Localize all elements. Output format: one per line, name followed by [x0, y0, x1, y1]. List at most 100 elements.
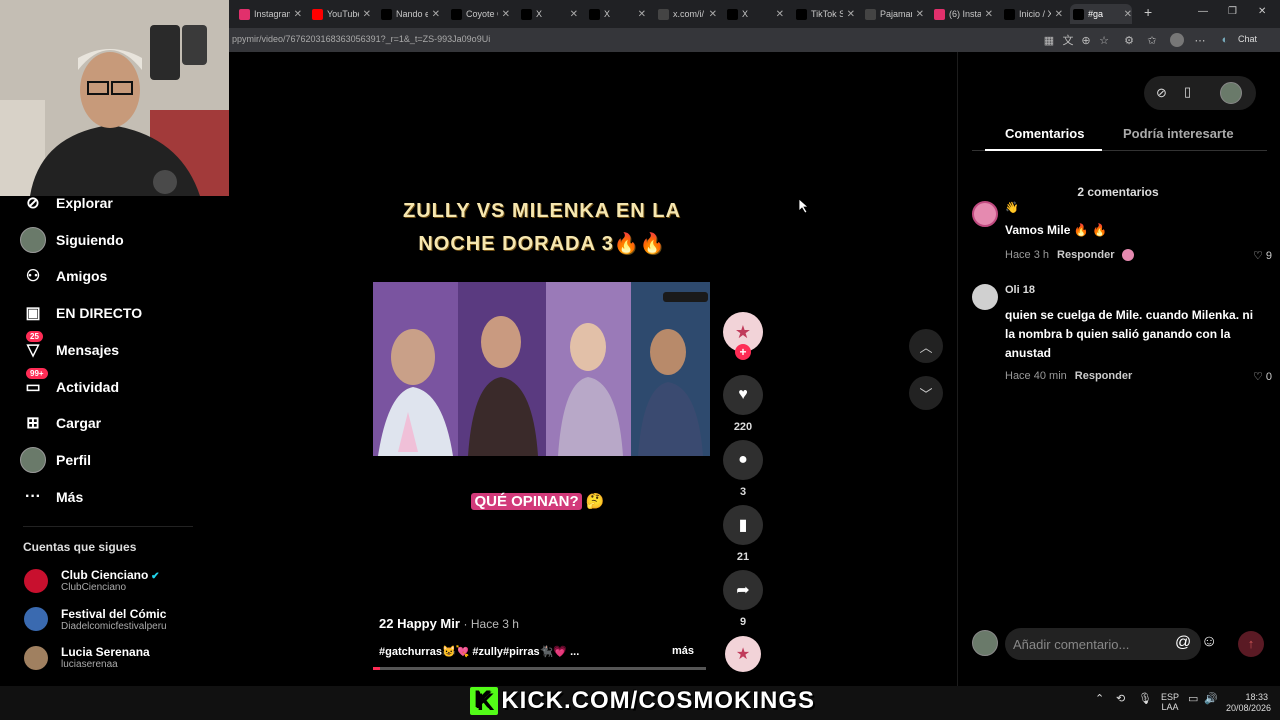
video-progress-bar[interactable] — [373, 667, 706, 670]
tab-comments[interactable]: Comentarios — [1005, 126, 1084, 141]
creator-avatar-button[interactable]: ★ + — [723, 312, 763, 360]
emoji-icon[interactable]: ☺ — [1201, 633, 1217, 651]
comment-action[interactable]: ● 3 — [723, 440, 763, 498]
sidebar-item-actividad[interactable]: ▭ 99+ Actividad — [20, 367, 119, 400]
commenter-name[interactable]: Oli 18 — [1005, 284, 1035, 296]
video-hashtags[interactable]: #gatchurras😺💘 #zully#pirras🐈‍⬛💗 ... — [379, 645, 579, 658]
browser-tab[interactable]: TikTok S ✕ — [793, 4, 855, 24]
save-action[interactable]: ▮ 21 — [723, 505, 763, 563]
mobile-device-icon[interactable]: ▯ — [1184, 84, 1191, 100]
followed-account[interactable]: Lucia Serenana luciaserenaa — [24, 645, 150, 670]
sidebar-item-siguiendo[interactable]: Siguiendo — [20, 226, 124, 253]
extension-icon[interactable]: ⚙ — [1122, 33, 1136, 47]
followed-account[interactable]: Festival del Cómic Diadelcomicfestivalper… — [24, 607, 167, 632]
browser-tab[interactable]: #ga ✕ — [1070, 4, 1132, 24]
browser-tab[interactable]: X ✕ — [518, 4, 578, 24]
microphone-icon[interactable]: 🎙 — [1138, 692, 1152, 705]
close-tab-icon[interactable]: ✕ — [1124, 9, 1132, 20]
close-tab-icon[interactable]: ✕ — [294, 9, 302, 20]
url-text[interactable]: ppymir/video/7676203168363056391?_r=1&_t… — [232, 34, 490, 44]
commenter-avatar[interactable] — [972, 201, 998, 227]
close-tab-icon[interactable]: ✕ — [916, 9, 924, 20]
share-action[interactable]: ➦ 9 — [723, 570, 763, 628]
sidebar-item-en-directo[interactable]: ▣ EN DIRECTO — [20, 300, 142, 326]
browser-tab[interactable]: Coyote C ✕ — [448, 4, 510, 24]
account-avatar[interactable] — [24, 607, 48, 631]
tray-arrow-icon[interactable]: ⌃ — [1095, 692, 1104, 705]
favorites-icon[interactable]: ✩ — [1145, 33, 1159, 47]
close-tab-icon[interactable]: ✕ — [709, 9, 717, 20]
account-avatar[interactable] — [24, 568, 48, 593]
account-name[interactable]: Lucia Serenana — [61, 645, 150, 659]
more-caption-button[interactable]: más — [672, 645, 694, 657]
commenter-avatar[interactable] — [972, 284, 998, 310]
menu-dots-icon[interactable]: ⋯ — [1193, 33, 1207, 47]
comment-like[interactable]: ♡ 0 — [1253, 370, 1272, 383]
close-tab-icon[interactable]: ✕ — [1055, 9, 1063, 20]
browser-tab[interactable]: YouTube ✕ — [309, 4, 371, 24]
share-arrow-icon[interactable]: ➦ — [723, 570, 763, 610]
chat-label[interactable]: Chat — [1238, 34, 1257, 44]
reply-button[interactable]: Responder — [1075, 370, 1132, 382]
sidebar-item-cargar[interactable]: ⊞ Cargar — [20, 410, 101, 436]
comment-input[interactable] — [1005, 628, 1201, 660]
browser-tab[interactable]: X ✕ — [724, 4, 784, 24]
browser-tab[interactable]: x.com/i/ ✕ — [655, 4, 717, 24]
display-icon[interactable]: ▭ — [1188, 692, 1198, 705]
browser-tab[interactable]: (6) Insta ✕ — [931, 4, 993, 24]
sound-disc-icon[interactable]: ★ — [725, 636, 761, 672]
zoom-icon[interactable]: ⊕ — [1079, 33, 1093, 47]
close-tab-icon[interactable]: ✕ — [502, 9, 510, 20]
close-tab-icon[interactable]: ✕ — [638, 9, 646, 20]
browser-tab[interactable]: X ✕ — [586, 4, 646, 24]
sidebar-item-explorar[interactable]: ⊘ Explorar — [20, 190, 113, 216]
sidebar-item-amigos[interactable]: ⚇ Amigos — [20, 263, 108, 289]
video-author[interactable]: 22 Happy Mir · Hace 3 h — [379, 616, 519, 631]
user-avatar[interactable] — [1220, 82, 1242, 104]
send-comment-button[interactable]: ↑ — [1238, 631, 1264, 657]
heart-icon[interactable]: ♥ — [723, 375, 763, 415]
next-video-button[interactable]: ﹀ — [909, 376, 943, 410]
close-window-icon[interactable]: ✕ — [1258, 6, 1266, 17]
account-name[interactable]: Festival del Cómic — [61, 607, 167, 621]
close-tab-icon[interactable]: ✕ — [985, 9, 993, 20]
apps-icon[interactable]: ▦ — [1042, 33, 1056, 47]
browser-tab[interactable]: Pajaman ✕ — [862, 4, 924, 24]
author-name[interactable]: 22 Happy Mir — [379, 616, 460, 631]
comment-like[interactable]: ♡ 9 — [1253, 249, 1272, 262]
bookmark-icon[interactable]: ▮ — [723, 505, 763, 545]
translate-icon[interactable]: 文 — [1061, 33, 1075, 47]
maximize-icon[interactable]: ❐ — [1228, 6, 1237, 17]
account-avatar[interactable] — [24, 645, 48, 670]
sidebar-item-más[interactable]: ··· Más — [20, 484, 83, 510]
sidebar-item-perfil[interactable]: Perfil — [20, 446, 91, 473]
browser-tab[interactable]: Inicio / X ✕ — [1001, 4, 1063, 24]
clock[interactable]: 18:33 20/08/2026 — [1226, 692, 1271, 714]
like-action[interactable]: ♥ 220 — [723, 375, 763, 433]
reply-button[interactable]: Responder — [1057, 249, 1114, 261]
network-icon[interactable]: ⟲ — [1116, 692, 1125, 705]
video-frame[interactable] — [373, 282, 710, 456]
compass-icon[interactable]: ⊘ — [1156, 85, 1167, 101]
account-name[interactable]: Club Cienciano ✔ — [61, 568, 160, 582]
bookmark-star-icon[interactable]: ☆ — [1097, 33, 1111, 47]
tab-suggested[interactable]: Podría interesarte — [1123, 126, 1234, 141]
follow-plus-icon[interactable]: + — [735, 344, 751, 360]
comment-bubble-icon[interactable]: ● — [723, 440, 763, 480]
volume-icon[interactable]: 🔊 — [1204, 692, 1218, 705]
close-tab-icon[interactable]: ✕ — [847, 9, 855, 20]
heart-outline-icon[interactable]: ♡ — [1253, 250, 1263, 262]
close-tab-icon[interactable]: ✕ — [432, 9, 440, 20]
previous-video-button[interactable]: ︿ — [909, 329, 943, 363]
sound-avatar-button[interactable]: ★ — [723, 636, 763, 672]
language-indicator[interactable]: ESP LAA — [1161, 692, 1179, 712]
browser-tab[interactable]: Nando e ✕ — [378, 4, 440, 24]
close-tab-icon[interactable]: ✕ — [776, 9, 784, 20]
close-tab-icon[interactable]: ✕ — [570, 9, 578, 20]
profile-icon[interactable] — [1170, 33, 1184, 47]
followed-account[interactable]: Club Cienciano ✔ ClubCienciano — [24, 568, 160, 593]
new-tab-icon[interactable]: + — [1144, 4, 1152, 20]
minimize-icon[interactable]: — — [1198, 6, 1208, 17]
close-tab-icon[interactable]: ✕ — [363, 9, 371, 20]
commenter-name[interactable]: 👋 — [1005, 201, 1019, 214]
